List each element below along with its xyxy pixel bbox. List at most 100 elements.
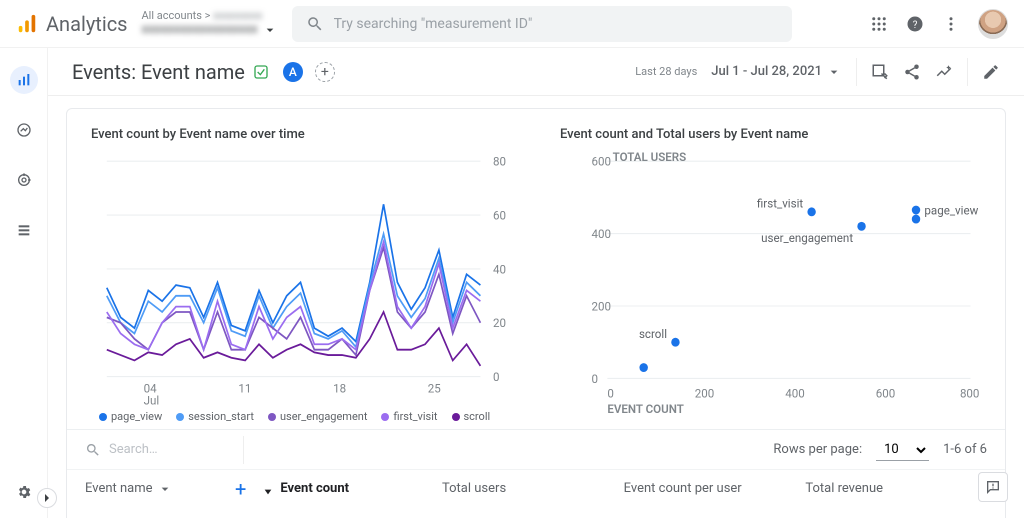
table-header: Event name + Event count Total users Eve… [67,469,1005,507]
col-total-revenue[interactable]: Total revenue [805,481,987,496]
nav-configure[interactable] [10,216,38,244]
svg-text:0: 0 [493,370,500,384]
table-search-input[interactable] [109,442,229,457]
search-bar[interactable] [292,6,792,42]
nav-advertising[interactable] [10,166,38,194]
segment-badge[interactable]: A [283,62,303,82]
svg-text:EVENT COUNT: EVENT COUNT [607,402,684,416]
svg-text:scroll: scroll [639,326,667,340]
line-chart-legend: page_view session_start user_engagement fir… [91,408,512,423]
svg-text:first_visit: first_visit [757,196,803,210]
legend-item[interactable]: session_start [176,410,254,423]
share-button[interactable] [903,63,921,81]
account-breadcrumb: All accounts > [142,9,214,22]
add-comparison-button[interactable]: + [315,62,335,82]
svg-text:?: ? [913,19,918,30]
trend-icon [16,122,32,138]
expand-nav[interactable] [37,488,57,508]
report-toolbar: Events: Event name A + Last 28 days Jul … [48,48,1024,96]
svg-text:0: 0 [592,372,599,386]
add-dimension-button[interactable]: + [235,477,246,501]
chevron-down-icon [157,481,173,497]
sparkle-trend-icon [935,63,953,81]
svg-text:60: 60 [493,208,506,222]
svg-text:page_view: page_view [924,203,978,217]
scatter-chart[interactable]: 600 400 200 0 TOTAL USERS 0 200 400 600 800 E… [560,150,981,423]
chat-alert-icon [985,479,1001,495]
analytics-logo-icon [16,13,38,35]
list-icon [16,222,32,238]
table-toolbar: Rows per page: 10 1-6 of 6 [67,429,1005,469]
svg-text:18: 18 [333,381,346,395]
app-header: Analytics All accounts > xxxxxxxxx xxxxx… [0,0,1024,48]
verified-icon [253,64,269,80]
page-title: Events: Event name A + [72,60,335,84]
nav-reports[interactable] [10,66,38,94]
more-icon[interactable] [942,15,960,33]
svg-text:TOTAL USERS: TOTAL USERS [613,150,687,164]
line-chart-panel: Event count by Event name over time 80 60… [67,109,536,429]
chart-edit-icon [871,63,889,81]
col-total-users[interactable]: Total users [442,481,624,496]
svg-text:200: 200 [592,299,612,313]
svg-text:800: 800 [960,386,980,400]
svg-text:40: 40 [493,262,506,276]
scatter-chart-panel: Event count and Total users by Event nam… [536,109,1005,429]
report-content: Events: Event name A + Last 28 days Jul … [48,48,1024,518]
col-event-name[interactable]: Event name [85,481,235,497]
report-card: Event count by Event name over time 80 60… [66,108,1006,518]
help-icon[interactable]: ? [906,15,924,33]
chevron-down-icon [262,22,278,38]
sort-desc-icon [260,481,276,497]
nav-admin[interactable] [10,478,38,506]
svg-text:400: 400 [592,227,612,241]
svg-text:user_engagement: user_engagement [761,231,853,245]
svg-text:600: 600 [592,154,612,168]
legend-item[interactable]: user_engagement [268,410,368,423]
chevron-right-icon [39,490,55,506]
svg-text:400: 400 [785,386,805,400]
chevron-down-icon [826,64,842,80]
svg-text:Jul: Jul [144,393,160,407]
gear-icon [16,484,32,500]
target-icon [16,172,32,188]
col-event-count-per-user[interactable]: Event count per user [624,481,806,496]
pencil-icon [982,63,1000,81]
rows-per-page-label: Rows per page: [773,442,862,457]
svg-text:20: 20 [493,316,506,330]
legend-item[interactable]: page_view [99,410,162,423]
search-icon [306,15,324,33]
line-chart[interactable]: 8060 40200 0411 1825 Jul [91,150,512,408]
rows-per-page-select[interactable]: 10 [876,439,929,461]
account-switcher[interactable]: All accounts > xxxxxxxxx xxxxxxxxxxxxxxx… [142,9,278,38]
search-input[interactable] [334,16,778,32]
customize-report-button[interactable] [871,63,889,81]
apps-icon[interactable] [870,15,888,33]
svg-text:25: 25 [428,381,441,395]
svg-text:0: 0 [607,386,614,400]
edit-button[interactable] [982,63,1000,81]
insights-button[interactable] [935,63,953,81]
svg-text:600: 600 [876,386,896,400]
share-icon [903,63,921,81]
product-logo: Analytics [16,12,128,36]
date-range-label: Last 28 days [635,65,697,78]
account-property-name: xxxxxxxxxxxxxxxxxx [142,22,258,38]
svg-text:80: 80 [493,154,506,168]
date-range-picker[interactable]: Jul 1 - Jul 28, 2021 [711,64,842,80]
line-chart-title: Event count by Event name over time [91,127,512,142]
svg-text:200: 200 [695,386,715,400]
pagination-range: 1-6 of 6 [943,442,987,457]
table-search[interactable] [85,442,229,458]
svg-text:11: 11 [238,381,251,395]
header-actions: ? [870,9,1008,39]
legend-item[interactable]: first_visit [381,410,437,423]
legend-item[interactable]: scroll [452,410,491,423]
side-nav [0,48,48,518]
nav-explore[interactable] [10,116,38,144]
product-name: Analytics [46,12,128,36]
col-event-count[interactable]: Event count [260,481,442,497]
feedback-button[interactable] [978,472,1008,502]
user-avatar[interactable] [978,9,1008,39]
scatter-chart-title: Event count and Total users by Event nam… [560,127,981,142]
